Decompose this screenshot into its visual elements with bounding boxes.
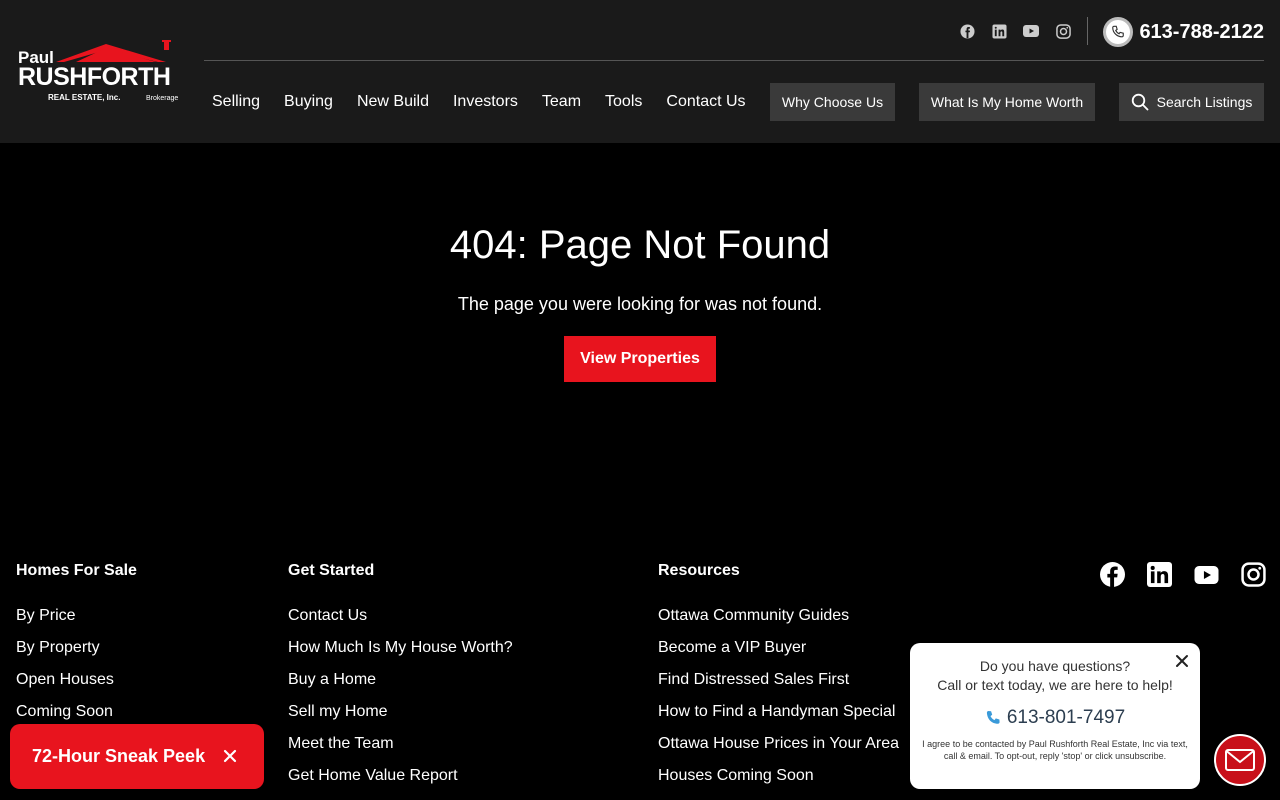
header-topbar: 613-788-2122 <box>204 0 1264 61</box>
footer-col-title: Resources <box>658 562 740 579</box>
search-listings-label: Search Listings <box>1156 94 1253 110</box>
linkedin-icon[interactable] <box>990 22 1008 40</box>
footer-link[interactable]: Meet the Team <box>288 728 513 760</box>
chat-popup: Do you have questions? Call or text toda… <box>910 643 1200 789</box>
footer-link[interactable]: Get Home Value Report <box>288 760 513 792</box>
page-subtitle: The page you were looking for was not fo… <box>457 294 823 314</box>
brand-line2: RUSHFORTH <box>18 63 171 91</box>
search-icon <box>1131 93 1149 111</box>
youtube-icon[interactable] <box>1194 562 1219 587</box>
instagram-icon[interactable] <box>1241 562 1266 587</box>
nav-new-build[interactable]: New Build <box>357 93 429 111</box>
footer-col-get-started: Get Started Contact Us How Much Is My Ho… <box>288 562 513 792</box>
chat-help-text: Call or text today, we are here to help! <box>937 677 1173 693</box>
header-phone-number: 613-788-2122 <box>1139 20 1264 43</box>
sneak-peek-banner[interactable]: 72-Hour Sneak Peek <box>10 724 264 789</box>
chat-launcher-button[interactable] <box>1214 734 1266 786</box>
youtube-icon[interactable] <box>1022 22 1040 40</box>
sneak-peek-label: 72-Hour Sneak Peek <box>32 746 206 766</box>
footer-col-title: Homes For Sale <box>16 562 137 579</box>
facebook-icon[interactable] <box>958 22 976 40</box>
why-choose-us-button[interactable]: Why Choose Us <box>770 83 895 121</box>
footer-col-homes: Homes For Sale By Price By Property Open… <box>16 562 137 728</box>
nav-team[interactable]: Team <box>542 93 581 111</box>
footer-link[interactable]: Ottawa House Prices in Your Area <box>658 728 899 760</box>
nav-investors[interactable]: Investors <box>453 93 518 111</box>
footer-col-title: Get Started <box>288 562 375 579</box>
chat-phone[interactable]: 613-801-7497 <box>910 707 1200 729</box>
page-title: 404: Page Not Found <box>449 223 831 267</box>
nav-contact-us[interactable]: Contact Us <box>666 93 745 111</box>
site-header: Paul RUSHFORTH REAL ESTATE, Inc. Brokera… <box>0 0 1280 143</box>
footer-link[interactable]: How Much Is My House Worth? <box>288 632 513 664</box>
brand-logo[interactable]: Paul RUSHFORTH REAL ESTATE, Inc. Brokera… <box>16 39 188 106</box>
footer-link[interactable]: Contact Us <box>288 600 513 632</box>
nav-selling[interactable]: Selling <box>212 93 260 111</box>
footer-link[interactable]: Open Houses <box>16 664 137 696</box>
chat-phone-number: 613-801-7497 <box>1006 707 1126 728</box>
main-nav: Selling Buying New Build Investors Team … <box>212 83 770 121</box>
footer-col-resources: Resources Ottawa Community Guides Become… <box>658 562 899 792</box>
brand-line3: REAL ESTATE, Inc. <box>48 93 121 102</box>
footer-socials <box>1100 562 1266 587</box>
brand-line4: Brokerage <box>146 95 179 102</box>
nav-tools[interactable]: Tools <box>605 93 642 111</box>
nav-buying[interactable]: Buying <box>284 93 333 111</box>
chat-consent-text: I agree to be contacted by Paul Rushfort… <box>922 739 1188 761</box>
header-divider <box>1087 17 1088 45</box>
header-socials <box>958 22 1072 40</box>
footer-link[interactable]: How to Find a Handyman Special <box>658 696 899 728</box>
header-phone[interactable]: 613-788-2122 <box>1103 17 1264 47</box>
facebook-icon[interactable] <box>1100 562 1125 587</box>
phone-icon <box>986 711 1000 724</box>
phone-icon <box>1103 17 1134 47</box>
footer-link[interactable]: Find Distressed Sales First <box>658 664 899 696</box>
footer-link[interactable]: By Property <box>16 632 137 664</box>
linkedin-icon[interactable] <box>1147 562 1172 587</box>
chat-question: Do you have questions? <box>979 658 1131 674</box>
message-icon <box>1225 749 1255 771</box>
footer-link[interactable]: Sell my Home <box>288 696 513 728</box>
footer-link[interactable]: Become a VIP Buyer <box>658 632 899 664</box>
view-properties-button[interactable]: View Properties <box>564 336 716 382</box>
footer-link[interactable]: By Price <box>16 600 137 632</box>
footer-link[interactable]: Ottawa Community Guides <box>658 600 899 632</box>
close-icon[interactable] <box>220 746 240 766</box>
home-worth-button[interactable]: What Is My Home Worth <box>919 83 1095 121</box>
search-listings-button[interactable]: Search Listings <box>1119 83 1264 121</box>
footer-link[interactable]: Houses Coming Soon <box>658 760 899 792</box>
footer-link[interactable]: Buy a Home <box>288 664 513 696</box>
instagram-icon[interactable] <box>1054 22 1072 40</box>
